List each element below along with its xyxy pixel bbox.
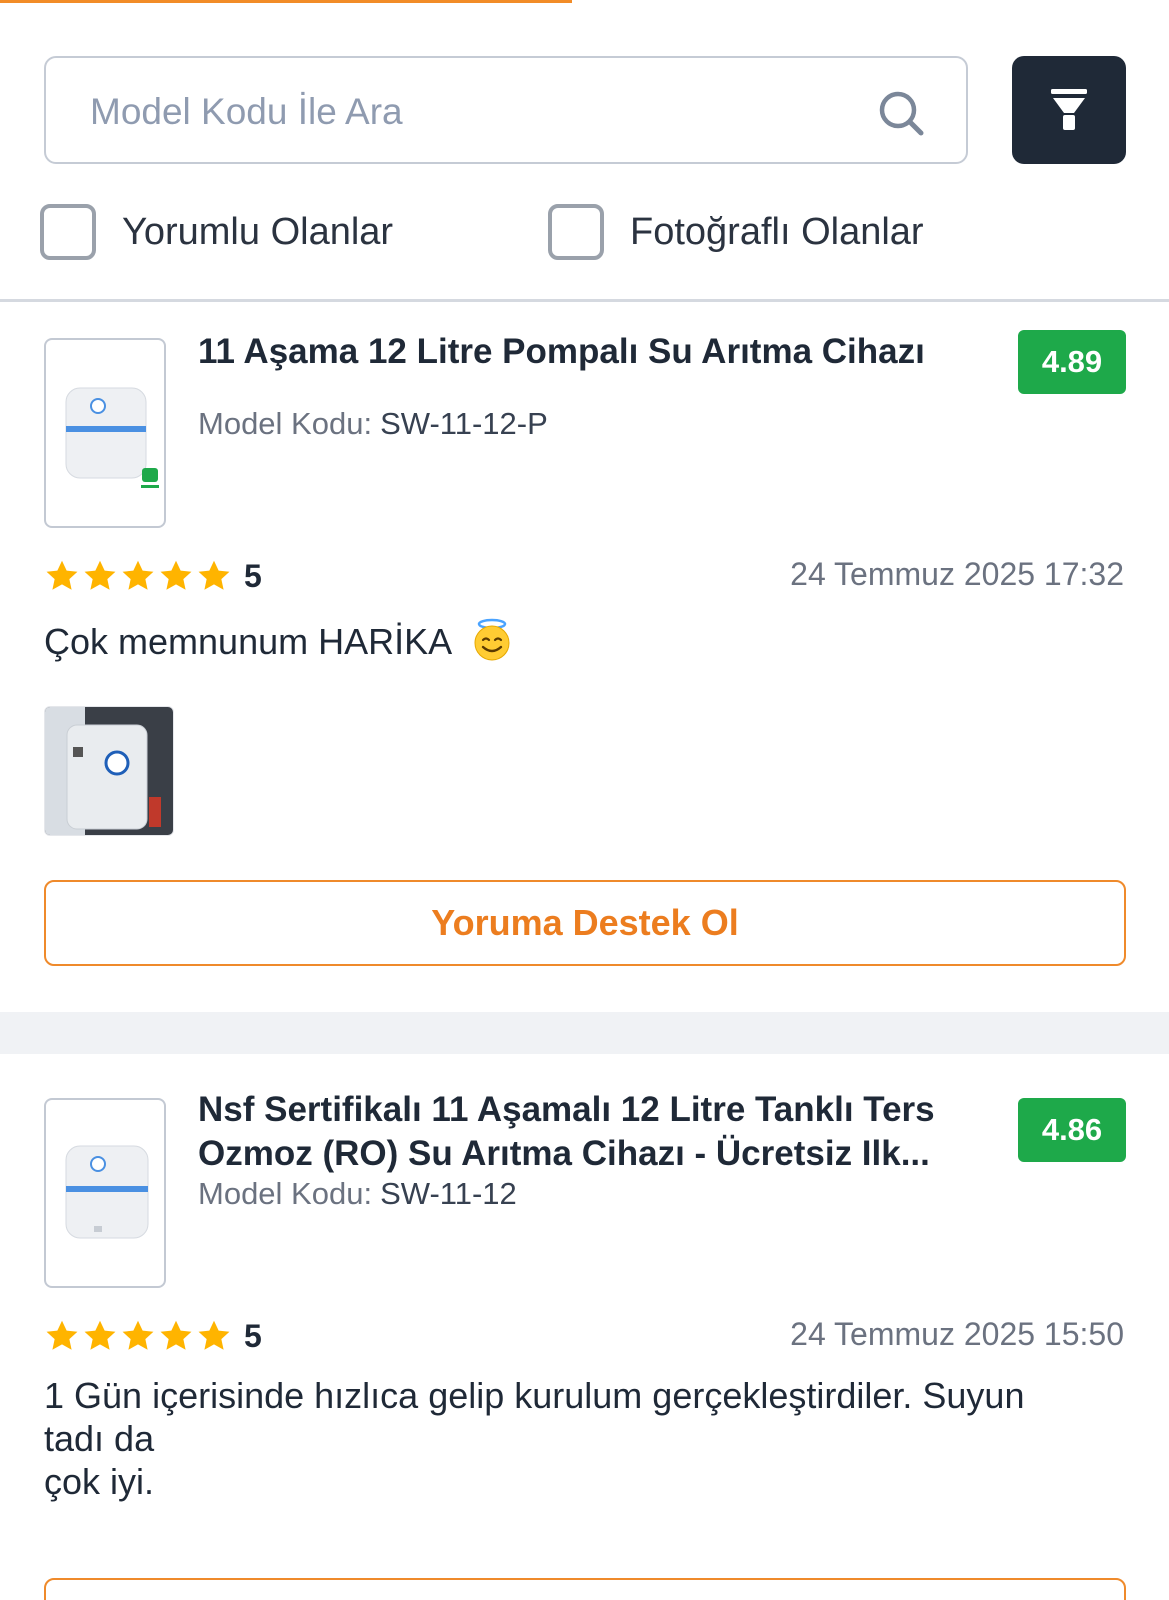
star-icon [84,1320,116,1350]
review-text-container: Çok memnunum HARİKA [44,618,1134,663]
model-code-value: SW-11-12-P [380,406,548,441]
star-icon [198,560,230,590]
review-text-line: tadı da [44,1418,155,1459]
star-value: 5 [244,1317,262,1354]
with-comments-label[interactable]: Yorumlu Olanlar [122,211,393,254]
search-icon[interactable] [876,88,926,138]
model-code-value: SW-11-12 [380,1176,517,1211]
review-text: 1 Gün içerisinde hızlıca gelip kurulum g… [44,1374,1134,1503]
product-rating-badge: 4.86 [1018,1098,1126,1162]
water-purifier-image [65,387,159,488]
model-code-label: Model Kodu: [198,1176,373,1211]
review-stars: 5 [44,556,262,596]
review-card: Nsf Sertifikalı 11 Aşamalı 12 Litre Tank… [0,1054,1169,1600]
star-icon [122,560,154,590]
star-icon [160,1320,192,1350]
model-code-label: Model Kodu: [198,406,373,441]
filter-button[interactable] [1012,56,1126,164]
model-code-line: Model Kodu: SW-11-12 [198,1174,517,1214]
reviews-page: Yorumlu Olanlar Fotoğraflı Olanlar 11 Aş… [0,0,1169,1600]
loading-progress-bar [0,0,572,3]
review-stars: 5 [44,1316,262,1356]
review-photo-image [45,707,173,835]
product-rating-badge: 4.89 [1018,330,1126,394]
review-date: 24 Temmuz 2025 17:32 [790,556,1124,592]
product-title[interactable]: 11 Aşama 12 Litre Pompalı Su Arıtma Ciha… [198,330,988,374]
star-icon [46,560,78,590]
review-date: 24 Temmuz 2025 15:50 [790,1316,1124,1352]
with-photos-label[interactable]: Fotoğraflı Olanlar [630,211,924,254]
review-text-line: 1 Gün içerisinde hızlıca gelip kurulum g… [44,1375,1025,1416]
product-thumbnail[interactable] [44,338,166,528]
star-value: 5 [244,557,262,594]
review-photo[interactable] [44,706,174,836]
smiling-face-with-halo-icon [474,618,510,661]
star-icon [160,560,192,590]
card-separator [0,1012,1169,1054]
search-input[interactable] [90,88,870,136]
star-icon [46,1320,78,1350]
filter-icon [1051,89,1087,130]
review-text-line: çok iyi. [44,1461,155,1502]
star-icon [122,1320,154,1350]
water-purifier-image [65,1145,149,1239]
review-card: 11 Aşama 12 Litre Pompalı Su Arıtma Ciha… [0,302,1169,1012]
with-comments-checkbox[interactable] [40,204,96,260]
with-photos-checkbox[interactable] [548,204,604,260]
support-review-button[interactable]: Yoruma Destek Ol [44,880,1126,966]
filter-with-photos[interactable]: Fotoğraflı Olanlar [548,204,924,260]
product-thumbnail[interactable] [44,1098,166,1288]
model-code-line: Model Kodu: SW-11-12-P [198,404,548,444]
review-text: Çok memnunum HARİKA [44,621,451,662]
star-icon [84,560,116,590]
star-icon [198,1320,230,1350]
product-title[interactable]: Nsf Sertifikalı 11 Aşamalı 12 Litre Tank… [198,1088,988,1176]
support-review-button[interactable] [44,1578,1126,1600]
search-box[interactable] [44,56,968,164]
filter-with-comments[interactable]: Yorumlu Olanlar [40,204,393,260]
